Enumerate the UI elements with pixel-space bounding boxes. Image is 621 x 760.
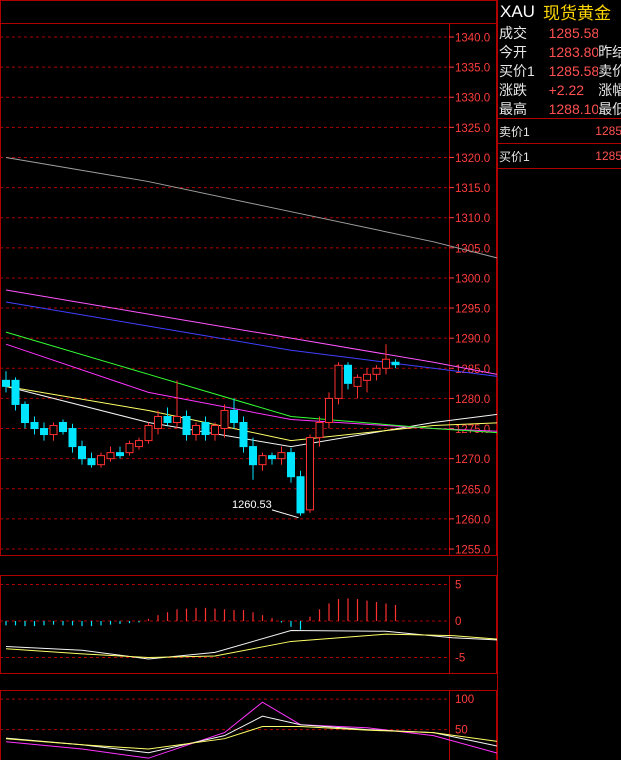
price-tick-label: 1315.0 [455, 183, 490, 195]
candle-body [344, 364, 352, 384]
candle-body [144, 425, 153, 442]
quote-row-bid: 买价1 1285.58 卖价 [498, 61, 621, 80]
quote-value: 1288.10 [548, 100, 599, 117]
price-tick-label: 1295.0 [455, 304, 490, 316]
candle-body [163, 415, 172, 424]
price-tick-label: 1260.0 [455, 514, 490, 526]
orderbook-bid-row: 买价1 1285 [498, 144, 621, 168]
orderbook-label: 卖价1 [499, 124, 530, 139]
candle-body [78, 446, 86, 460]
price-tick-label: 1335.0 [455, 63, 490, 75]
symbol-code: XAU [500, 1, 535, 21]
quote-row-last: 成交 1285.58 [498, 23, 621, 42]
price-tick-label: 1270.0 [455, 454, 490, 466]
quote-label: 涨跌 [499, 81, 527, 98]
candle-body [21, 403, 29, 424]
quote-row-change: 涨跌 +2.22 涨幅 [498, 80, 621, 99]
candle-body [363, 373, 371, 381]
quote-label-2: 昨结 [598, 43, 621, 60]
candle-body [220, 409, 229, 430]
macd-tick-label: 0 [455, 616, 461, 628]
candle-body [258, 455, 267, 466]
candle-body [296, 476, 305, 514]
candle-body [325, 397, 333, 424]
orderbook-label: 买价1 [499, 149, 530, 164]
candle-body [59, 422, 67, 433]
candle-body [277, 452, 286, 460]
candle-body [239, 422, 248, 448]
candle-body [116, 452, 124, 457]
candle-body [372, 367, 381, 375]
candle-body [30, 422, 39, 430]
candle-body [391, 361, 400, 366]
candle-body [306, 437, 314, 511]
quote-header: XAU 现货黄金 [498, 0, 621, 24]
price-tick-label: 1330.0 [455, 93, 490, 105]
quote-label: 买价1 [499, 62, 535, 79]
quote-row-open: 今开 1283.80 昨结 [498, 42, 621, 61]
candle-body [230, 409, 238, 424]
price-tick-label: 1325.0 [455, 123, 490, 135]
candle-body [334, 364, 343, 399]
price-tick-label: 1265.0 [455, 484, 490, 496]
candle-body [106, 452, 115, 460]
candle-body [192, 425, 200, 436]
quote-label-2: 最低 [598, 100, 621, 117]
quote-label-2: 卖价 [598, 62, 621, 79]
candle-body [201, 422, 210, 436]
kdj-tick-label: 50 [455, 725, 468, 737]
price-tick-label: 1320.0 [455, 153, 490, 165]
candle-body [154, 415, 162, 430]
candle-body [353, 376, 362, 387]
orderbook-ask-row: 卖价1 1285 [498, 119, 621, 143]
candle-body [40, 428, 48, 436]
candle-body [87, 458, 96, 466]
candle-body [182, 415, 191, 436]
panel-divider [498, 168, 621, 169]
candle-body [68, 428, 77, 448]
low-annotation-leader [271, 509, 299, 519]
macd-tick-label: -5 [455, 653, 465, 665]
candle-body [11, 379, 20, 405]
candle-body [268, 455, 276, 460]
quote-label: 成交 [499, 24, 527, 41]
quote-row-high: 最高 1288.10 最低 [498, 99, 621, 118]
quote-label-2: 涨幅 [598, 81, 621, 98]
quote-value: +2.22 [548, 81, 585, 98]
candle-body [97, 455, 105, 466]
candle-body [211, 425, 219, 436]
candle-body [249, 446, 257, 466]
orderbook-value: 1285 [595, 124, 621, 138]
candle-body [49, 425, 58, 436]
quote-panel: XAU 现货黄金 成交 1285.58 今开 1283.80 昨结 买价1 12… [497, 0, 621, 760]
price-tick-label: 1310.0 [455, 213, 490, 225]
candle-body [382, 358, 390, 369]
price-tick-label: 1340.0 [455, 33, 490, 45]
candle-body [173, 415, 181, 424]
quote-value: 1285.58 [548, 62, 599, 79]
price-tick-label: 1290.0 [455, 334, 490, 346]
candle-body [287, 452, 295, 478]
macd-panel-frame [0, 575, 497, 674]
price-tick-label: 1300.0 [455, 273, 490, 285]
candle-body [315, 422, 324, 439]
candle-body [125, 443, 134, 454]
quote-value: 1285.58 [548, 24, 599, 41]
quote-value: 1283.80 [548, 43, 599, 60]
quote-label: 最高 [499, 100, 527, 117]
kdj-panel-frame [0, 690, 497, 760]
orderbook-value: 1285 [595, 149, 621, 163]
symbol-name: 现货黄金 [542, 4, 611, 23]
kdj-tick-label: 100 [455, 694, 474, 706]
price-tick-label: 1280.0 [455, 394, 490, 406]
candle-body [2, 379, 10, 387]
quote-label: 今开 [499, 43, 527, 60]
price-tick-label: 1255.0 [455, 545, 490, 557]
low-annotation-label: 1260.53 [232, 499, 272, 511]
macd-tick-label: 5 [455, 580, 461, 592]
price-tick-label: 1305.0 [455, 243, 490, 255]
candle-body [135, 440, 143, 448]
